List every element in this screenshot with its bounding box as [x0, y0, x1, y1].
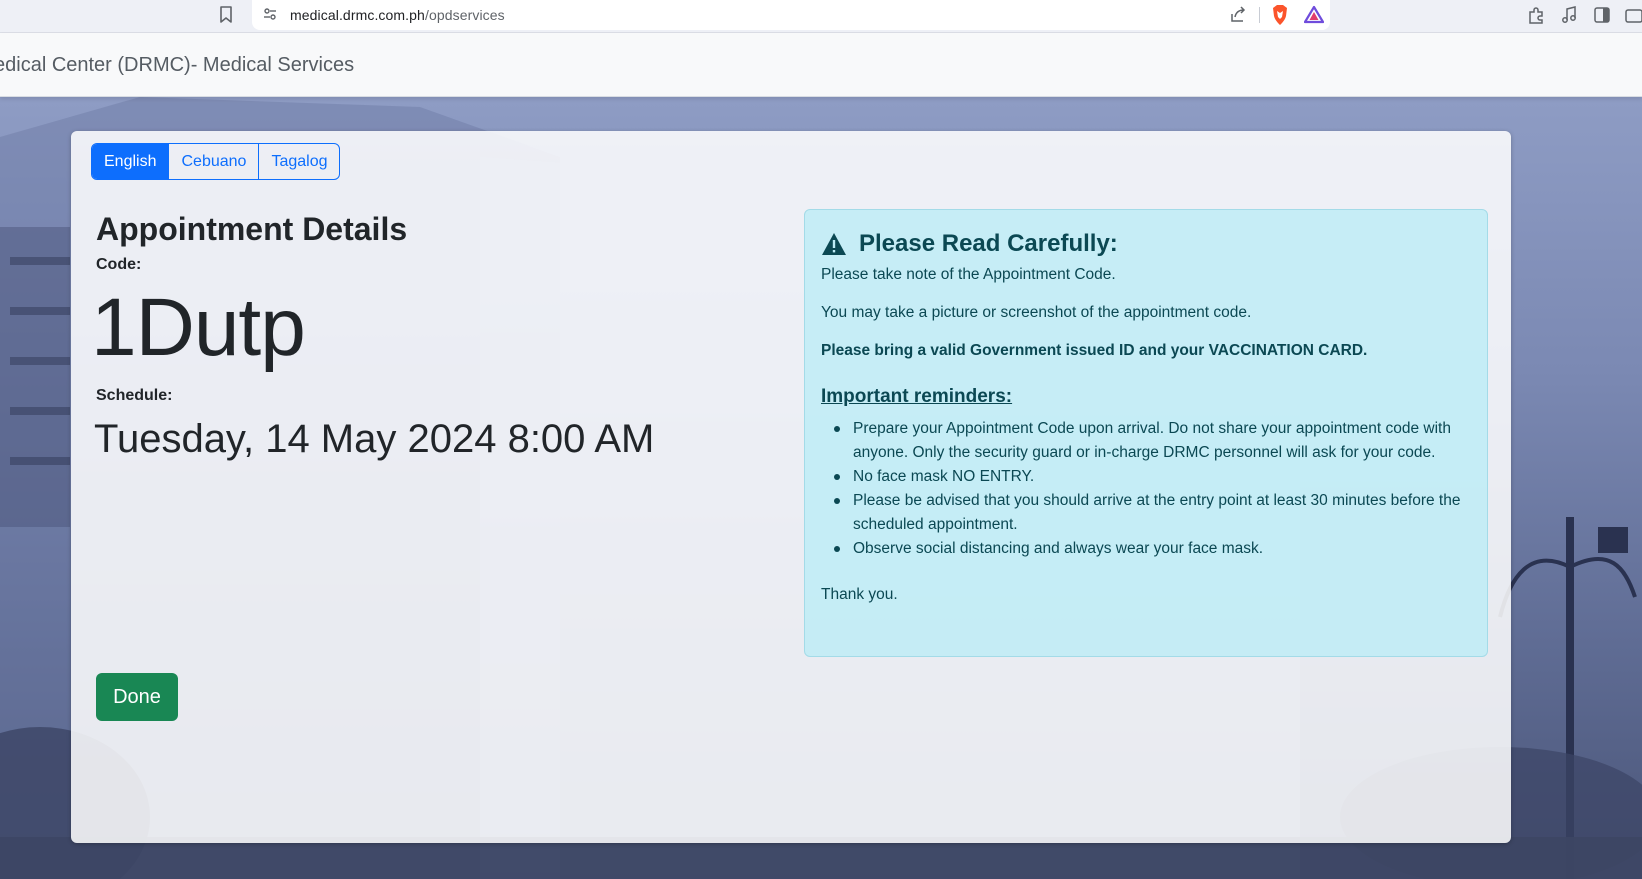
notice-line-1: Please take note of the Appointment Code…	[821, 266, 1116, 283]
lang-english-button[interactable]: English	[92, 144, 170, 179]
site-navbar: edical Center (DRMC)- Medical Services	[0, 33, 1642, 97]
brave-shields-icon[interactable]	[1270, 4, 1290, 26]
notice-line-2: You may take a picture or screenshot of …	[821, 304, 1252, 321]
appointment-title: Appointment Details	[96, 211, 408, 247]
address-bar-divider	[1259, 7, 1260, 23]
reminders-list: Prepare your Appointment Code upon arriv…	[834, 417, 1463, 561]
notice-thanks: Thank you.	[821, 586, 898, 603]
reminder-item: No face mask NO ENTRY.	[834, 465, 1463, 489]
appointment-code: 1Dutp	[91, 282, 306, 373]
navbar-brand[interactable]: edical Center (DRMC)- Medical Services	[0, 54, 354, 77]
reminder-item: Prepare your Appointment Code upon arriv…	[834, 417, 1463, 465]
browser-toolbar: medical.drmc.com.ph/opdservices	[0, 0, 1642, 33]
notice-line-3: Please bring a valid Government issued I…	[821, 342, 1368, 359]
bookmark-icon[interactable]	[219, 6, 233, 24]
brave-rewards-icon[interactable]	[1304, 5, 1324, 25]
url-host: medical.drmc.com.ph	[290, 7, 425, 23]
site-info-icon[interactable]	[262, 6, 278, 22]
reminder-item: Please be advised that you should arrive…	[834, 489, 1463, 537]
address-bar[interactable]: medical.drmc.com.ph/opdservices	[252, 0, 1330, 30]
extensions-icon[interactable]	[1526, 5, 1546, 25]
warning-icon	[822, 233, 846, 255]
share-icon[interactable]	[1228, 5, 1248, 25]
wallet-icon[interactable]	[1624, 5, 1642, 25]
language-toggle: English Cebuano Tagalog	[91, 143, 341, 180]
url-path: /opdservices	[424, 7, 505, 23]
lang-tagalog-button[interactable]: Tagalog	[259, 144, 339, 179]
schedule-value: Tuesday, 14 May 2024 8:00 AM	[94, 417, 655, 461]
notice-title: Please Read Carefully:	[859, 230, 1118, 257]
appointment-card: English Cebuano Tagalog Appointment Deta…	[71, 131, 1511, 843]
code-label: Code:	[96, 256, 142, 273]
url-text: medical.drmc.com.ph/opdservices	[290, 7, 505, 23]
done-button[interactable]: Done	[96, 673, 178, 721]
schedule-label: Schedule:	[96, 387, 173, 404]
sidebar-icon[interactable]	[1592, 5, 1612, 25]
reminders-title: Important reminders:	[821, 386, 1013, 407]
notice-header: Please Read Carefully:	[821, 230, 1118, 258]
lang-cebuano-button[interactable]: Cebuano	[169, 144, 260, 179]
media-icon[interactable]	[1559, 5, 1579, 25]
notice-alert: Please Read Carefully: Please take note …	[804, 209, 1488, 657]
reminder-item: Observe social distancing and always wea…	[834, 537, 1463, 561]
